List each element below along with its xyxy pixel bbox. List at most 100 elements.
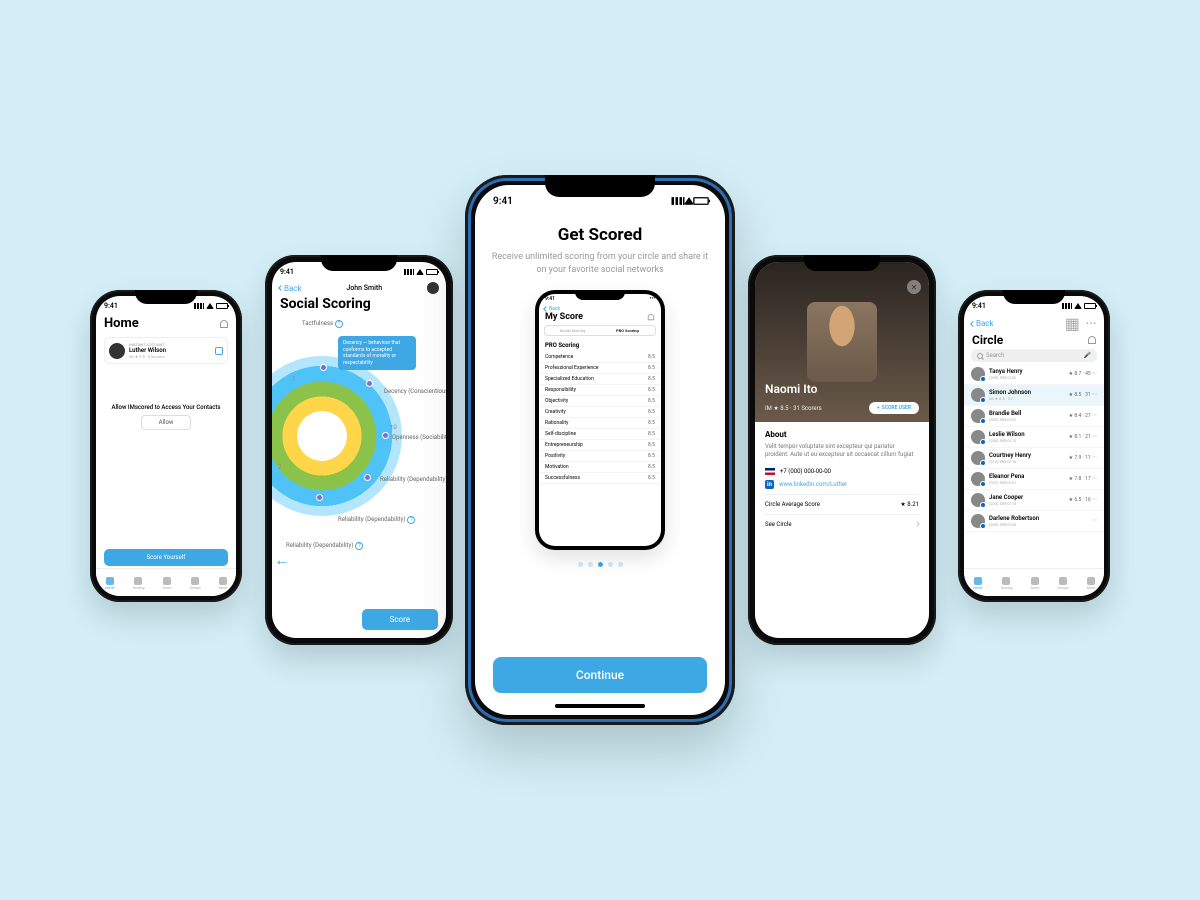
score-row: Responsibility8.5 xyxy=(539,385,661,396)
search-input[interactable]: Search 🎤 xyxy=(971,349,1097,362)
see-circle-row[interactable]: See Circle xyxy=(765,514,919,534)
score-value: 8.5 xyxy=(648,442,655,448)
contact-phone: (208) 555-0112 xyxy=(989,438,1065,443)
tab-groups[interactable]: Groups xyxy=(1058,577,1069,590)
section-title: PRO Scoring xyxy=(539,339,661,352)
profile-hero: ✕ Naomi Ito IM ★ 8.5 · 31 Scorers + SCOR… xyxy=(755,262,929,422)
linkedin-badge-icon xyxy=(980,502,986,508)
score-label: Self-discipline xyxy=(545,431,576,437)
dot[interactable] xyxy=(588,562,593,567)
linkedin-row[interactable]: in www.linkedin.com/Luther xyxy=(765,480,919,489)
segment-pro[interactable]: PRO Scoring xyxy=(600,326,655,335)
flag-icon xyxy=(765,468,775,475)
mic-icon[interactable]: 🎤 xyxy=(1084,352,1091,359)
linkedin-link[interactable]: www.linkedin.com/Luther xyxy=(779,481,847,488)
radar-chart: Tactfulness? Decency — behaviour that co… xyxy=(272,316,446,546)
score-user-button[interactable]: + SCORE USER xyxy=(869,402,919,414)
tab-home[interactable]: Home xyxy=(105,577,114,590)
home-icon xyxy=(974,577,982,585)
decency-tooltip: Decency — behaviour that conforms to acc… xyxy=(338,336,416,370)
more-icon[interactable]: ••• xyxy=(1086,319,1097,328)
avatar xyxy=(971,451,985,465)
contact-name: Eleanor Pena xyxy=(989,473,1065,480)
score-yourself-button[interactable]: Score Yourself xyxy=(104,549,228,566)
label-tactfulness: Tactfulness? xyxy=(302,320,343,328)
contact-score: ★ 8.5 · 31 ••• xyxy=(1069,392,1097,398)
notch xyxy=(321,255,397,271)
dot[interactable] xyxy=(618,562,623,567)
preview-screen: 9:41••• Back My Score Social Scoring PRO… xyxy=(539,294,661,546)
back-button[interactable]: Back xyxy=(279,284,302,293)
label-reliability-2: Reliability (Dependability)? xyxy=(338,516,415,524)
score-icon xyxy=(1031,577,1039,585)
close-button[interactable]: ✕ xyxy=(907,280,921,294)
segment-social[interactable]: Social Scoring xyxy=(545,326,600,335)
score-value: 8.5 xyxy=(648,420,655,426)
status-time: 9:41 xyxy=(104,302,118,310)
score-value: 8.5 xyxy=(648,431,655,437)
contact-score: ★ 8.7 · 45 ••• xyxy=(1069,371,1097,377)
contact-score: ★ 8.4 · 27 ••• xyxy=(1069,413,1097,419)
help-icon[interactable]: ? xyxy=(355,542,363,550)
dot-active[interactable] xyxy=(598,562,603,567)
tab-score[interactable]: Score xyxy=(1031,577,1040,590)
list-item[interactable]: Tanya Henry(205) 555-0100★ 8.7 · 45 ••• xyxy=(964,364,1104,385)
search-icon xyxy=(977,353,983,359)
tab-groups[interactable]: Groups xyxy=(190,577,201,590)
scoring-icon xyxy=(134,577,142,585)
tab-scoring[interactable]: Scoring xyxy=(1001,577,1013,590)
list-item[interactable]: Courtney Henry(316) 555-0116★ 7.9 · 11 •… xyxy=(964,448,1104,469)
score-label: Entrepreneurship xyxy=(545,442,583,448)
bell-icon[interactable] xyxy=(1088,336,1096,344)
list-item[interactable]: Brandie Bell(302) 555-0107★ 8.4 · 27 ••• xyxy=(964,406,1104,427)
list-item[interactable]: Jane Cooper(225) 555-0118★ 6.5 · 16 ••• xyxy=(964,490,1104,511)
label-decency: Decency (Conscientiousness)? xyxy=(384,388,446,396)
score-button[interactable]: Score xyxy=(362,609,438,630)
tab-more[interactable]: More xyxy=(219,577,227,590)
avatar[interactable] xyxy=(427,282,439,294)
contact-name: Leslie Wilson xyxy=(989,431,1065,438)
allow-button[interactable]: Allow xyxy=(141,415,191,430)
user-card[interactable]: INSTANT ACCOUNT Luther Wilson IM ★ 9.5 ·… xyxy=(104,337,228,364)
avatar xyxy=(971,430,985,444)
list-item[interactable]: Leslie Wilson(208) 555-0112★ 8.1 · 21 ••… xyxy=(964,427,1104,448)
list-item[interactable]: Darlene Robertson(209) 555-0104 ••• xyxy=(964,511,1104,532)
linkedin-badge-icon xyxy=(980,481,986,487)
tab-score[interactable]: Score xyxy=(163,577,172,590)
grid-icon[interactable]: ▦ xyxy=(1065,314,1080,333)
back-button[interactable]: Back xyxy=(971,319,994,328)
tab-more[interactable]: More xyxy=(1087,577,1095,590)
list-item[interactable]: Simon JohnsonIM ★ 8.5 · 31★ 8.5 · 31 ••• xyxy=(964,385,1104,406)
bell-icon[interactable] xyxy=(220,320,228,328)
score-label: Competence xyxy=(545,354,573,360)
dot[interactable] xyxy=(608,562,613,567)
bell-icon[interactable] xyxy=(648,314,654,320)
linkedin-icon: in xyxy=(765,480,774,489)
phone-number: +7 (000) 000-00-00 xyxy=(780,468,831,475)
segment-control[interactable]: Social Scoring PRO Scoring xyxy=(544,325,656,336)
help-icon[interactable]: ? xyxy=(407,516,415,524)
contact-phone: (209) 555-0104 xyxy=(989,522,1088,527)
share-icon[interactable] xyxy=(215,347,223,355)
linkedin-badge-icon xyxy=(980,439,986,445)
tab-scoring[interactable]: Scoring xyxy=(133,577,145,590)
screen-social-scoring: 9:41 Back John Smith Social Scoring Tact… xyxy=(272,262,446,638)
list-item[interactable]: Eleanor Pena(907) 555-0101★ 7.8 · 17 ••• xyxy=(964,469,1104,490)
score-label: Successfulness xyxy=(545,475,580,481)
dot[interactable] xyxy=(578,562,583,567)
tab-home[interactable]: Home xyxy=(973,577,982,590)
avatar xyxy=(971,514,985,528)
help-icon[interactable]: ? xyxy=(335,320,343,328)
status-indicators xyxy=(194,303,228,309)
avatar xyxy=(971,472,985,486)
axis-value: 7 xyxy=(292,376,295,383)
search-placeholder: Search xyxy=(986,352,1004,359)
continue-button[interactable]: Continue xyxy=(493,657,707,693)
contact-phone: (907) 555-0101 xyxy=(989,480,1065,485)
avatar xyxy=(971,409,985,423)
arrow-left-icon[interactable]: ← xyxy=(274,550,290,570)
avatar xyxy=(971,367,985,381)
phone-profile: ✕ Naomi Ito IM ★ 8.5 · 31 Scorers + SCOR… xyxy=(748,255,936,645)
phone-row[interactable]: +7 (000) 000-00-00 xyxy=(765,468,919,475)
circle-avg-value: ★ 8.21 xyxy=(900,501,919,508)
